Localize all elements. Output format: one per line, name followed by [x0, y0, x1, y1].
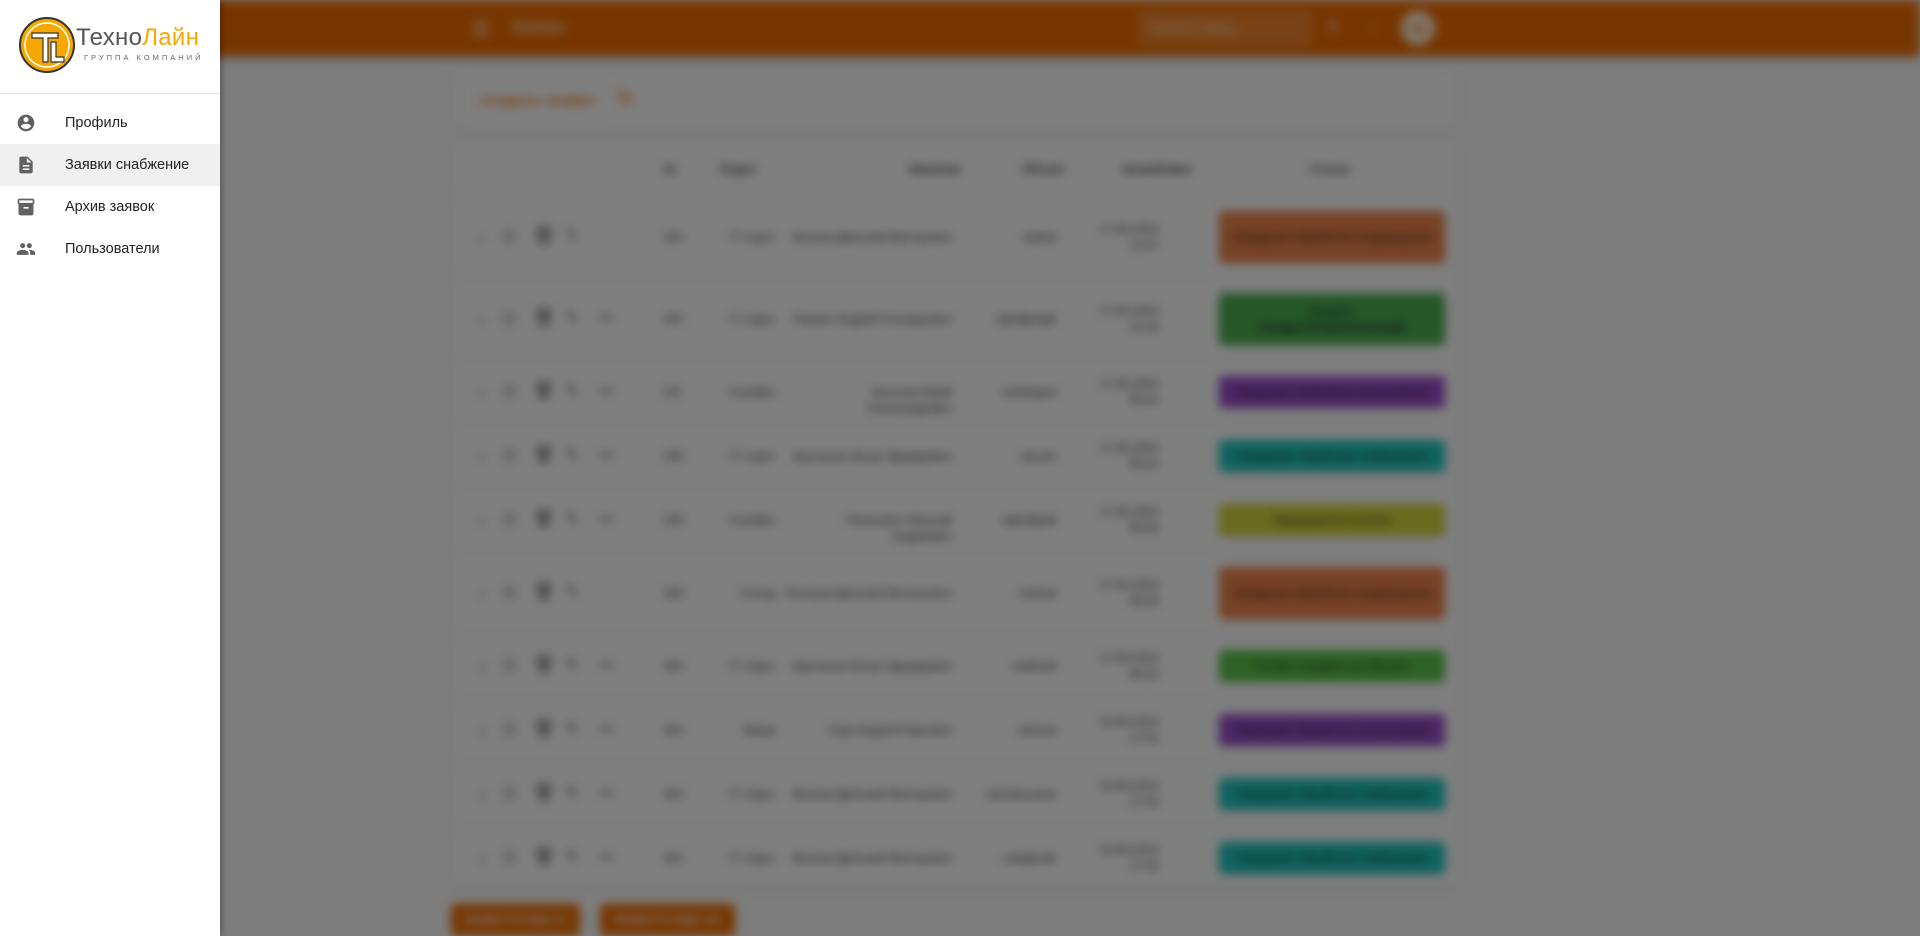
account-circle-icon	[16, 113, 36, 133]
logo-emblem-icon	[19, 17, 75, 73]
logo-wordmark: ТехноЛайн	[76, 24, 200, 51]
nav-item-users[interactable]: Пользователи	[0, 228, 220, 270]
file-document-icon	[16, 155, 36, 175]
nav-item-label: Профиль	[65, 115, 128, 131]
nav-item-label: Архив заявок	[65, 199, 155, 215]
drawer-scrim[interactable]	[0, 0, 1920, 936]
nav-item-supply-requests[interactable]: Заявки снабжение	[0, 144, 220, 186]
nav-item-label: Пользователи	[65, 241, 160, 257]
logo-subtitle: ГРУППА КОМПАНИЙ	[84, 53, 204, 62]
nav-item-profile[interactable]: Профиль	[0, 102, 220, 144]
company-logo: ТехноЛайн ГРУППА КОМПАНИЙ	[18, 16, 208, 74]
divider	[0, 93, 220, 94]
users-icon	[16, 239, 36, 259]
nav-item-label: Заявки снабжение	[65, 157, 190, 173]
nav-item-archive[interactable]: Архив заявок	[0, 186, 220, 228]
archive-icon	[16, 197, 36, 217]
drawer-nav: Профиль Заявки снабжение Архив заявок По…	[0, 102, 220, 270]
navigation-drawer: ТехноЛайн ГРУППА КОМПАНИЙ Профиль Заявки…	[0, 0, 220, 936]
